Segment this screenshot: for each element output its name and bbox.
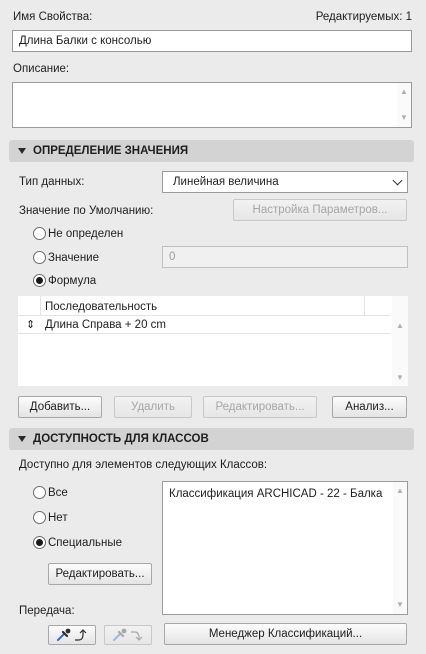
property-name-input[interactable]: Длина Балки с консолью <box>12 30 412 52</box>
section-class-availability[interactable]: ДОСТУПНОСТЬ ДЛЯ КЛАССОВ <box>9 428 414 450</box>
column-divider <box>40 296 41 316</box>
transfer-label: Передача: <box>19 605 75 617</box>
data-type-value: Линейная величина <box>173 176 279 188</box>
radio-special[interactable] <box>33 536 46 549</box>
description-label: Описание: <box>13 63 70 75</box>
sequence-header-row: Последовательность <box>18 296 390 316</box>
add-button[interactable]: Добавить... <box>18 396 102 418</box>
column-divider <box>364 296 365 316</box>
up-down-arrows-icon[interactable]: ⇕ <box>26 317 35 333</box>
triangle-down-icon <box>18 148 26 154</box>
radio-all[interactable] <box>33 486 46 499</box>
scroll-up-icon[interactable]: ▲ <box>396 322 404 330</box>
pick-up-button[interactable] <box>48 625 96 645</box>
section-value-definition[interactable]: ОПРЕДЕЛЕНИЕ ЗНАЧЕНИЯ <box>9 140 414 162</box>
classes-list[interactable]: Классификация ARCHICAD - 22 - Балка ▲ ▼ <box>162 481 408 615</box>
data-type-select[interactable]: Линейная величина <box>162 171 408 193</box>
radio-undefined[interactable] <box>33 227 46 240</box>
default-value-label: Значение по Умолчанию: <box>19 205 154 217</box>
scroll-up-icon[interactable]: ▲ <box>396 487 404 495</box>
inject-button[interactable] <box>104 625 152 645</box>
description-textarea[interactable]: ▲ ▼ <box>12 82 412 128</box>
radio-none-label[interactable]: Нет <box>48 511 68 525</box>
radio-none[interactable] <box>33 511 46 524</box>
data-type-label: Тип данных: <box>19 176 85 188</box>
eyedropper-inject-icon <box>113 628 143 641</box>
eyedropper-pick-icon <box>57 628 87 641</box>
table-row[interactable]: ⇕ Длина Справа + 20 cm <box>18 316 390 334</box>
radio-formula-label[interactable]: Формула <box>48 274 96 288</box>
value-input[interactable]: 0 <box>162 246 408 268</box>
classes-scrollbar[interactable]: ▲ ▼ <box>393 482 407 614</box>
scroll-up-icon[interactable]: ▲ <box>400 88 408 96</box>
sequence-column-header: Последовательность <box>45 301 158 313</box>
section-class-availability-title: ДОСТУПНОСТЬ ДЛЯ КЛАССОВ <box>33 433 209 445</box>
scroll-down-icon[interactable]: ▼ <box>400 114 408 122</box>
edit-classes-button[interactable]: Редактировать... <box>48 563 152 585</box>
chevron-down-icon <box>392 175 403 186</box>
available-classes-label: Доступно для элементов следующих Классов… <box>19 459 268 471</box>
property-name-label: Имя Свойства: <box>13 11 93 23</box>
radio-formula[interactable] <box>33 274 46 287</box>
radio-all-label[interactable]: Все <box>48 486 68 500</box>
analysis-button[interactable]: Анализ... <box>332 396 407 418</box>
radio-special-label[interactable]: Специальные <box>48 536 122 550</box>
section-value-definition-title: ОПРЕДЕЛЕНИЕ ЗНАЧЕНИЯ <box>33 145 189 157</box>
description-scrollbar[interactable]: ▲ ▼ <box>397 83 411 127</box>
sequence-list[interactable]: Последовательность ⇕ Длина Справа + 20 c… <box>18 296 408 386</box>
radio-value-label[interactable]: Значение <box>48 251 99 265</box>
sequence-row-text: Длина Справа + 20 cm <box>45 319 166 331</box>
radio-value[interactable] <box>33 251 46 264</box>
list-item[interactable]: Классификация ARCHICAD - 22 - Балка <box>169 486 382 502</box>
classification-manager-button[interactable]: Менеджер Классификаций... <box>164 623 407 645</box>
scroll-down-icon[interactable]: ▼ <box>396 601 404 609</box>
editable-count: Редактируемых: 1 <box>315 11 412 23</box>
delete-button[interactable]: Удалить <box>114 396 192 418</box>
scroll-down-icon[interactable]: ▼ <box>396 374 404 382</box>
edit-formula-button[interactable]: Редактировать... <box>203 396 317 418</box>
sequence-scrollbar[interactable]: ▲ ▼ <box>392 296 408 386</box>
setup-params-button[interactable]: Настройка Параметров... <box>233 199 407 221</box>
radio-undefined-label[interactable]: Не определен <box>48 227 123 241</box>
triangle-down-icon <box>18 436 26 442</box>
